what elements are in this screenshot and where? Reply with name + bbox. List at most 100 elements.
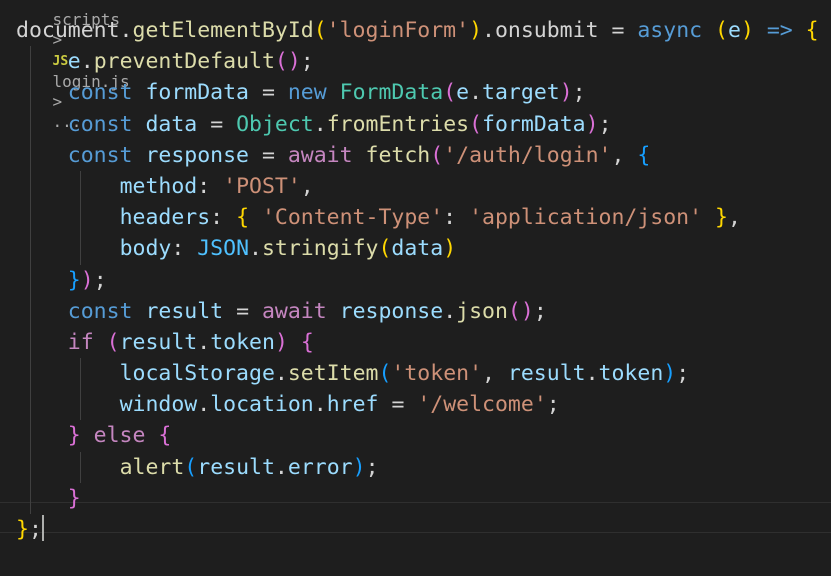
code-line[interactable]: headers: { 'Content-Type': 'application/… (16, 202, 819, 234)
code-token: . (313, 111, 327, 137)
code-token: e (67, 49, 81, 75)
code-token: => (766, 18, 806, 43)
code-token: ; (572, 80, 586, 106)
code-token: const (67, 111, 146, 137)
code-token: ( (378, 361, 392, 387)
code-token: . (80, 49, 94, 75)
code-token: href (326, 392, 392, 418)
code-token: const (67, 80, 146, 106)
code-token: body (119, 236, 172, 262)
code-token: : (443, 205, 470, 231)
code-line[interactable]: const formData = new FormData(e.target); (16, 77, 819, 109)
indent-guide (30, 358, 31, 390)
code-token: ( (106, 329, 120, 355)
code-token: formData (482, 111, 586, 137)
code-line[interactable]: const data = Object.fromEntries(formData… (16, 108, 819, 140)
code-token: = (261, 142, 288, 168)
code-token: ) (740, 18, 767, 43)
code-token: await (261, 298, 340, 324)
code-token: , (611, 142, 638, 168)
code-token: , (482, 361, 508, 387)
code-token: headers (119, 205, 211, 231)
code-token: result (119, 329, 198, 355)
code-token: } (67, 485, 81, 511)
indent-guide (30, 170, 31, 203)
code-token: data (145, 111, 211, 137)
code-token: data (391, 236, 444, 262)
code-token: 'loginForm' (326, 18, 470, 43)
code-line[interactable]: }); (16, 264, 819, 296)
code-token: ; (546, 392, 560, 418)
breadcrumb: scripts > JS login.js > ... (14, 0, 130, 131)
text-cursor (41, 515, 44, 541)
code-line[interactable]: } (16, 482, 819, 514)
code-token: 'application/json' (469, 205, 703, 231)
code-token: ( (184, 454, 198, 480)
code-token: else (93, 423, 159, 449)
code-token: = (236, 298, 262, 324)
code-line[interactable]: document.getElementById('loginForm').ons… (16, 15, 819, 46)
code-token: } (67, 423, 94, 449)
code-line[interactable]: const response = await fetch('/auth/logi… (16, 139, 819, 171)
code-token: : (171, 236, 198, 262)
code-line[interactable]: body: JSON.stringify(data) (16, 233, 819, 265)
code-line[interactable]: window.location.href = '/welcome'; (16, 389, 819, 421)
code-token: alert (119, 454, 185, 480)
indent-guide (80, 389, 81, 421)
indent-guide (30, 139, 31, 171)
code-token: error (287, 454, 353, 480)
code-token: ( (430, 142, 444, 168)
code-line[interactable]: e.preventDefault(); (16, 46, 819, 78)
code-line[interactable]: const result = await response.json(); (16, 295, 819, 327)
indent-guide (80, 170, 81, 203)
code-token: . (443, 298, 457, 324)
code-token: .onsubmit (482, 18, 612, 43)
code-line[interactable]: localStorage.setItem('token', result.tok… (16, 358, 819, 390)
code-area[interactable]: document.getElementById('loginForm').ons… (16, 15, 819, 545)
code-token: ) (663, 361, 677, 387)
indent-guide (30, 295, 31, 327)
indent-guide (30, 326, 31, 359)
code-token: Object (236, 111, 314, 137)
code-token: } (16, 517, 29, 542)
code-token: JSON (197, 236, 250, 262)
code-token: fromEntries (326, 111, 470, 137)
indent-guide (30, 77, 31, 109)
code-token: ( (378, 236, 392, 262)
code-token: = (391, 392, 418, 418)
code-token: if (67, 329, 107, 355)
code-token: async (637, 18, 716, 43)
code-token: ( (715, 18, 728, 43)
indent-guide (30, 202, 31, 234)
code-editor[interactable]: scripts > JS login.js > ... document.get… (0, 0, 831, 576)
code-token: response (145, 142, 262, 168)
code-token: ; (300, 49, 314, 75)
code-token: } (67, 267, 81, 293)
code-line[interactable]: } else { (16, 420, 819, 452)
code-token: result (197, 454, 275, 480)
code-token: ) (469, 18, 483, 43)
code-token: ( (443, 80, 457, 106)
indent-guide (80, 451, 81, 483)
code-token: ; (365, 454, 379, 480)
indent-guide (30, 482, 31, 514)
code-token: fetch (365, 142, 431, 168)
code-line[interactable]: alert(result.error); (16, 451, 819, 483)
code-line[interactable]: }; (16, 514, 819, 545)
code-token: response (339, 298, 444, 324)
code-token: . (249, 236, 262, 262)
code-token: { (158, 423, 172, 449)
code-token: = (210, 111, 237, 137)
code-token: ( (313, 18, 327, 43)
code-token: , (727, 205, 741, 231)
code-token: ) (585, 111, 599, 137)
code-token: ; (533, 298, 547, 324)
code-line[interactable]: if (result.token) { (16, 326, 819, 359)
code-line[interactable]: method: 'POST', (16, 170, 819, 203)
code-token: json (456, 298, 508, 324)
code-token: localStorage (119, 361, 275, 387)
indent-guide (30, 451, 31, 483)
